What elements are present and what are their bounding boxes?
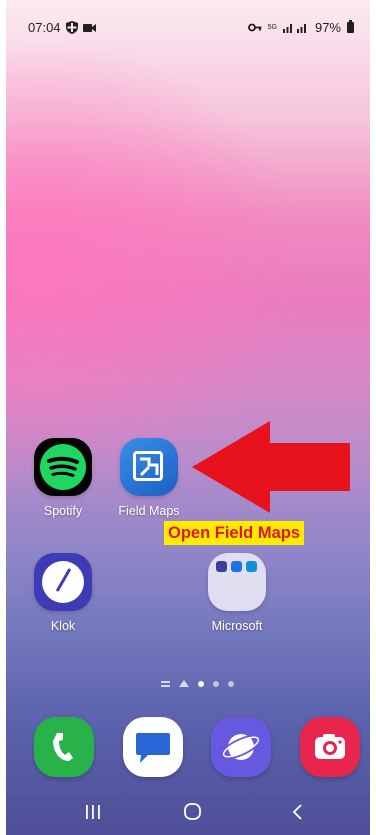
vpn-key-icon [247, 23, 262, 32]
battery-percentage: 97% [314, 20, 341, 35]
app-spotify[interactable]: Spotify [28, 438, 98, 518]
spotify-icon [34, 438, 92, 496]
annotation-callout: Open Field Maps [164, 521, 305, 545]
dock-phone[interactable] [34, 717, 94, 777]
network-type: 5G [267, 24, 277, 31]
dock-internet[interactable] [211, 717, 271, 777]
app-label: Klok [50, 619, 76, 633]
page-dot [213, 680, 219, 687]
field-maps-icon [120, 438, 178, 496]
folder-microsoft[interactable]: Microsoft [202, 553, 272, 633]
home-page-icon [179, 680, 189, 687]
camera-icon [315, 734, 345, 759]
signal-icon [282, 24, 306, 33]
app-field-maps[interactable]: Field Maps [114, 438, 184, 518]
page-dot [198, 680, 204, 687]
page-dot [228, 680, 234, 687]
app-label: Microsoft [211, 619, 263, 633]
menu-icon [161, 680, 170, 687]
dock-messages[interactable] [123, 717, 183, 777]
clock: 07:04 [28, 20, 61, 35]
screen-record-icon [82, 23, 96, 32]
messages-icon [136, 733, 170, 763]
navigation-bar [6, 785, 370, 835]
app-label: Spotify [43, 504, 83, 518]
home-icon[interactable] [177, 799, 207, 825]
app-label: Field Maps [118, 504, 180, 518]
dock-camera[interactable] [300, 717, 360, 777]
clock-icon [34, 553, 92, 611]
back-icon[interactable] [283, 799, 313, 825]
internet-icon [221, 734, 261, 760]
recent-apps-icon[interactable] [78, 799, 108, 825]
battery-icon [347, 20, 354, 33]
phone-icon [53, 733, 73, 761]
home-screen: 07:04 5G 97% Spotify Field Maps Open Fie… [6, 0, 370, 835]
arrow-left-icon [192, 421, 350, 513]
status-bar: 07:04 5G 97% [28, 20, 354, 38]
page-indicator[interactable] [161, 680, 234, 687]
app-klok[interactable]: Klok [28, 553, 98, 633]
shield-icon [65, 21, 78, 34]
folder-icon [208, 553, 266, 611]
